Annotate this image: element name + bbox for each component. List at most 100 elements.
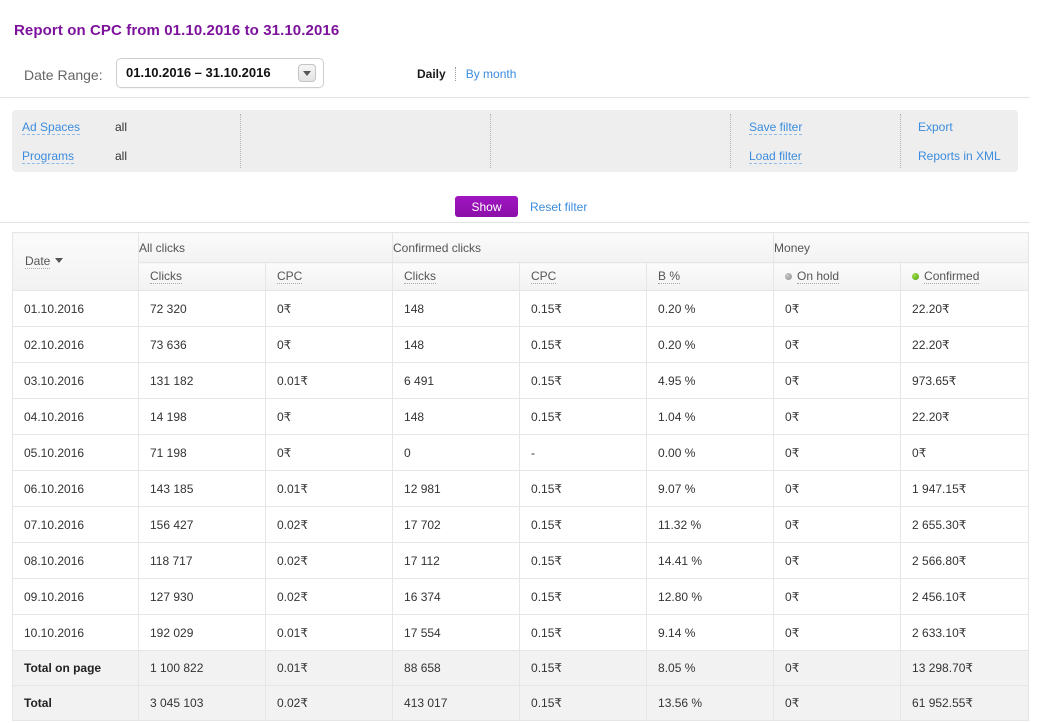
table-row: 01.10.2016 72 320 0₹ 148 0.15₹ 0.20 % 0₹ 22.20₹ (12, 290, 1030, 327)
cell-all-clicks: 73 636 (138, 326, 266, 363)
cell-b-percent: 4.95 % (646, 362, 775, 399)
cell-on-hold: 0₹ (773, 362, 902, 399)
cell-all-cpc: 0.02₹ (264, 685, 394, 721)
cell-confirmed-money: 973.65₹ (900, 362, 1030, 399)
group-header-confirmed-clicks: Confirmed clicks (392, 232, 775, 263)
cell-date: 10.10.2016 (12, 614, 139, 651)
filter-ad-spaces-link[interactable]: Ad Spaces (22, 120, 81, 135)
cell-confirmed-clicks: 17 112 (392, 542, 521, 579)
cell-all-clicks: 1 100 822 (138, 650, 266, 686)
table-row: 02.10.2016 73 636 0₹ 148 0.15₹ 0.20 % 0₹ 22.20₹ (12, 326, 1030, 363)
cell-confirmed-cpc: 0.15₹ (519, 290, 648, 327)
cell-on-hold: 0₹ (773, 506, 902, 543)
cell-all-cpc: 0₹ (264, 434, 394, 471)
column-header-all-cpc[interactable]: CPC (264, 262, 394, 291)
column-header-confirmed-money[interactable]: Confirmed (900, 262, 1030, 291)
period-daily[interactable]: Daily (417, 67, 446, 81)
cell-b-percent: 14.41 % (646, 542, 775, 579)
column-header-date[interactable]: Date (12, 232, 139, 291)
cell-confirmed-clicks: 88 658 (392, 650, 521, 686)
cell-confirmed-money: 22.20₹ (900, 326, 1030, 363)
cell-date: 05.10.2016 (12, 434, 139, 471)
cell-b-percent: 12.80 % (646, 578, 775, 615)
cell-b-percent: 9.14 % (646, 614, 775, 651)
cell-confirmed-clicks: 17 554 (392, 614, 521, 651)
period-by-month[interactable]: By month (466, 67, 517, 81)
reports-xml-link[interactable]: Reports in XML (918, 149, 1001, 163)
cell-all-clicks: 3 045 103 (138, 685, 266, 721)
cell-confirmed-cpc: 0.15₹ (519, 362, 648, 399)
cell-date: 07.10.2016 (12, 506, 139, 543)
cell-date: Total (12, 685, 139, 721)
period-switch: Daily By month (417, 67, 516, 81)
cell-confirmed-money: 2 566.80₹ (900, 542, 1030, 579)
cell-confirmed-cpc: 0.15₹ (519, 542, 648, 579)
cell-all-clicks: 131 182 (138, 362, 266, 399)
sort-descending-icon (55, 258, 64, 263)
cell-confirmed-cpc: 0.15₹ (519, 398, 648, 435)
chevron-down-icon[interactable] (298, 64, 316, 82)
filter-programs-link[interactable]: Programs (22, 149, 75, 164)
cell-date: Total on page (12, 650, 139, 686)
table-row: 05.10.2016 71 198 0₹ 0-0.00 % 0₹ 0₹ (12, 434, 1030, 471)
cell-all-cpc: 0.01₹ (264, 470, 394, 507)
save-filter-link[interactable]: Save filter (749, 120, 803, 135)
column-header-confirmed-cpc[interactable]: CPC (519, 262, 648, 291)
cell-confirmed-money: 2 655.30₹ (900, 506, 1030, 543)
filter-divider-4 (900, 114, 901, 168)
date-range-label: Date Range: (24, 67, 103, 83)
load-filter-link[interactable]: Load filter (749, 149, 802, 164)
table-total-row: Total 3 045 103 0.02₹ 413 017 0.15₹ 13.56 % 0₹… (12, 685, 1030, 721)
reset-filter-link[interactable]: Reset filter (530, 200, 587, 214)
table-body: 01.10.2016 72 320 0₹ 148 0.15₹ 0.20 % 0₹ 22.20₹… (12, 290, 1030, 721)
cell-all-clicks: 14 198 (138, 398, 266, 435)
cell-confirmed-clicks: 0 (392, 434, 521, 471)
cell-b-percent: 1.04 % (646, 398, 775, 435)
cell-all-cpc: 0.02₹ (264, 578, 394, 615)
cell-b-percent: 9.07 % (646, 470, 775, 507)
column-header-date-label: Date (25, 254, 51, 269)
filter-divider-3 (730, 114, 731, 168)
cell-confirmed-cpc: 0.15₹ (519, 506, 648, 543)
green-dot-icon (912, 273, 920, 280)
cell-all-cpc: 0.02₹ (264, 506, 394, 543)
cell-on-hold: 0₹ (773, 470, 902, 507)
export-link[interactable]: Export (918, 120, 953, 134)
report-table: Date All clicks Confirmed clicks Money C… (12, 232, 1030, 721)
table-row: 07.10.2016 156 427 0.02₹ 17 702 0.15₹ 11.32 %… (12, 506, 1030, 543)
column-header-all-clicks[interactable]: Clicks (138, 262, 266, 291)
cell-b-percent: 11.32 % (646, 506, 775, 543)
actions-bar: Show Reset filter (0, 186, 1030, 223)
table-header: Date All clicks Confirmed clicks Money C… (12, 232, 1030, 291)
table-total-row: Total on page 1 100 822 0.01₹ 88 658 0.15₹ 8.… (12, 650, 1030, 686)
cell-b-percent: 13.56 % (646, 685, 775, 721)
cell-confirmed-money: 2 633.10₹ (900, 614, 1030, 651)
cell-all-clicks: 143 185 (138, 470, 266, 507)
show-button[interactable]: Show (455, 196, 518, 217)
cell-on-hold: 0₹ (773, 326, 902, 363)
column-header-b-percent[interactable]: B % (646, 262, 775, 291)
cell-confirmed-clicks: 6 491 (392, 362, 521, 399)
date-range-input[interactable]: 01.10.2016 – 31.10.2016 (116, 58, 324, 88)
cell-b-percent: 0.20 % (646, 290, 775, 327)
cell-confirmed-money: 0₹ (900, 434, 1030, 471)
cell-on-hold: 0₹ (773, 685, 902, 721)
cell-confirmed-clicks: 17 702 (392, 506, 521, 543)
column-header-confirmed-clicks[interactable]: Clicks (392, 262, 521, 291)
cell-date: 03.10.2016 (12, 362, 139, 399)
cell-on-hold: 0₹ (773, 434, 902, 471)
cell-b-percent: 8.05 % (646, 650, 775, 686)
cell-confirmed-money: 1 947.15₹ (900, 470, 1030, 507)
table-row: 10.10.2016 192 029 0.01₹ 17 554 0.15₹ 9.14 % 0… (12, 614, 1030, 651)
cell-all-cpc: 0₹ (264, 290, 394, 327)
cell-all-cpc: 0₹ (264, 398, 394, 435)
cell-date: 08.10.2016 (12, 542, 139, 579)
cell-on-hold: 0₹ (773, 614, 902, 651)
group-header-all-clicks: All clicks (137, 232, 394, 263)
cell-all-cpc: 0.02₹ (264, 542, 394, 579)
filter-panel: Ad Spaces all Programs all Save filter L… (12, 110, 1018, 172)
table-subheader-row: Clicks CPC Clicks CPC B % On hold Confir… (13, 262, 1030, 291)
cell-on-hold: 0₹ (773, 578, 902, 615)
cell-all-cpc: 0₹ (264, 326, 394, 363)
column-header-on-hold[interactable]: On hold (773, 262, 902, 291)
